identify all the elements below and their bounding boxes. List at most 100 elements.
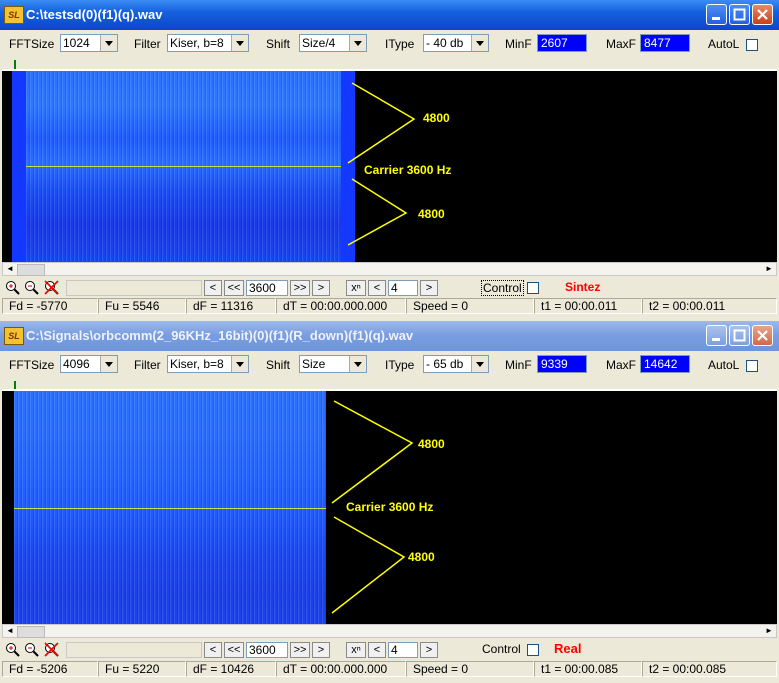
- mode-label: Sintez: [565, 280, 601, 294]
- chevron-down-icon: [231, 356, 248, 372]
- itype-select[interactable]: - 65 db: [423, 355, 489, 373]
- step-field[interactable]: 3600: [246, 642, 288, 658]
- step-next-fast-button[interactable]: >>: [290, 280, 310, 296]
- window-1: SL C:\testsd(0)(f1)(q).wav FFTSize 1024 …: [0, 0, 779, 320]
- window-title: C:\Signals\orbcomm(2_96KHz_16bit)(0)(f1)…: [26, 328, 414, 343]
- zoom-in-icon[interactable]: [5, 280, 20, 295]
- chevron-down-icon: [100, 356, 117, 372]
- minf-field[interactable]: 2607: [537, 34, 587, 52]
- exp-dec-button[interactable]: <: [368, 642, 386, 658]
- chevron-down-icon: [349, 35, 366, 51]
- zoom-out-icon[interactable]: [24, 280, 39, 295]
- status-df: dF = 11316: [186, 298, 276, 314]
- control-checkbox[interactable]: [527, 644, 539, 656]
- step-prev-fast-button[interactable]: <<: [224, 280, 244, 296]
- chevron-down-icon: [471, 35, 488, 51]
- chevron-down-icon: [231, 35, 248, 51]
- status-fu: Fu = 5546: [98, 298, 186, 314]
- step-prev-fast-button[interactable]: <<: [224, 642, 244, 658]
- scroll-right-icon[interactable]: ►: [763, 625, 775, 637]
- position-track[interactable]: [66, 642, 202, 658]
- title-bar[interactable]: SL C:\Signals\orbcomm(2_96KHz_16bit)(0)(…: [0, 321, 779, 351]
- status-df: dF = 10426: [186, 661, 276, 677]
- filter-value: Kiser, b=8: [170, 36, 224, 50]
- step-prev-button[interactable]: <: [204, 280, 222, 296]
- shift-select[interactable]: Size/4: [299, 34, 367, 52]
- status-fu: Fu = 5220: [98, 661, 186, 677]
- shift-value: Size: [302, 357, 326, 371]
- zoom-in-icon[interactable]: [5, 642, 20, 657]
- shift-label: Shift: [266, 358, 291, 372]
- autol-checkbox[interactable]: [746, 39, 758, 51]
- freq-marker: [14, 60, 16, 69]
- scroll-thumb[interactable]: [17, 264, 45, 276]
- maxf-field[interactable]: 8477: [640, 34, 690, 52]
- minf-field[interactable]: 9339: [537, 355, 587, 373]
- control-label: Control: [481, 280, 524, 296]
- control-checkbox[interactable]: [527, 282, 539, 294]
- spectrogram-view[interactable]: 4800 Carrier 3600 Hz 4800: [2, 389, 777, 625]
- filter-select[interactable]: Kiser, b=8: [167, 34, 249, 52]
- step-next-button[interactable]: >: [312, 280, 330, 296]
- scroll-right-icon[interactable]: ►: [763, 263, 775, 275]
- no-zoom-icon[interactable]: [44, 280, 59, 295]
- horizontal-scrollbar[interactable]: ◄ ►: [2, 262, 777, 276]
- filter-select[interactable]: Kiser, b=8: [167, 355, 249, 373]
- close-button[interactable]: [752, 4, 773, 25]
- itype-value: - 65 db: [426, 357, 464, 371]
- lower-band-label: 4800: [418, 207, 445, 221]
- chevron-down-icon: [349, 356, 366, 372]
- exp-inc-button[interactable]: >: [420, 642, 438, 658]
- title-bar[interactable]: SL C:\testsd(0)(f1)(q).wav: [0, 0, 779, 30]
- scroll-left-icon[interactable]: ◄: [4, 625, 16, 637]
- horizontal-scrollbar[interactable]: ◄ ►: [2, 624, 777, 638]
- fftsize-select[interactable]: 4096: [60, 355, 118, 373]
- step-prev-button[interactable]: <: [204, 642, 222, 658]
- zoom-out-icon[interactable]: [24, 642, 39, 657]
- step-next-fast-button[interactable]: >>: [290, 642, 310, 658]
- exp-inc-button[interactable]: >: [420, 280, 438, 296]
- maximize-button[interactable]: [729, 325, 750, 346]
- filter-value: Kiser, b=8: [170, 357, 224, 371]
- status-bar: Fd = -5770 Fu = 5546 dF = 11316 dT = 00:…: [0, 298, 779, 315]
- minf-label: MinF: [505, 358, 532, 372]
- exp-dec-button[interactable]: <: [368, 280, 386, 296]
- maximize-button[interactable]: [729, 4, 750, 25]
- itype-select[interactable]: - 40 db: [423, 34, 489, 52]
- minimize-button[interactable]: [706, 325, 727, 346]
- autol-label: AutoL: [708, 358, 740, 372]
- status-speed: Speed = 0: [406, 298, 534, 314]
- close-button[interactable]: [752, 325, 773, 346]
- toolbar: FFTSize 4096 Filter Kiser, b=8 Shift Siz…: [0, 352, 779, 378]
- scroll-thumb[interactable]: [17, 626, 45, 638]
- mode-label: Real: [554, 641, 582, 656]
- fftsize-select[interactable]: 1024: [60, 34, 118, 52]
- minimize-button[interactable]: [706, 4, 727, 25]
- minimize-icon: [712, 17, 720, 20]
- app-icon[interactable]: SL: [4, 6, 24, 24]
- shift-label: Shift: [266, 37, 291, 51]
- carrier-label: Carrier 3600 Hz: [346, 500, 434, 514]
- status-fd: Fd = -5770: [2, 298, 98, 314]
- exponent-field[interactable]: 4: [388, 642, 418, 658]
- status-t2: t2 = 00:00.085: [642, 661, 777, 677]
- no-zoom-icon[interactable]: [44, 642, 59, 657]
- power-button[interactable]: xⁿ: [346, 280, 366, 296]
- maxf-label: MaxF: [606, 37, 636, 51]
- status-t1: t1 = 00:00.011: [534, 298, 642, 314]
- window-2: SL C:\Signals\orbcomm(2_96KHz_16bit)(0)(…: [0, 321, 779, 683]
- maxf-field[interactable]: 14642: [640, 355, 690, 373]
- autol-checkbox[interactable]: [746, 360, 758, 372]
- power-button[interactable]: xⁿ: [346, 642, 366, 658]
- position-track[interactable]: [66, 280, 202, 296]
- upper-band-label: 4800: [423, 111, 450, 125]
- spectrogram-view[interactable]: 4800 Carrier 3600 Hz 4800: [2, 69, 777, 263]
- step-field[interactable]: 3600: [246, 280, 288, 296]
- fftsize-label: FFTSize: [9, 358, 55, 372]
- scroll-left-icon[interactable]: ◄: [4, 263, 16, 275]
- app-icon[interactable]: SL: [4, 327, 24, 345]
- step-next-button[interactable]: >: [312, 642, 330, 658]
- shift-select[interactable]: Size: [299, 355, 367, 373]
- itype-label: IType: [385, 358, 415, 372]
- exponent-field[interactable]: 4: [388, 280, 418, 296]
